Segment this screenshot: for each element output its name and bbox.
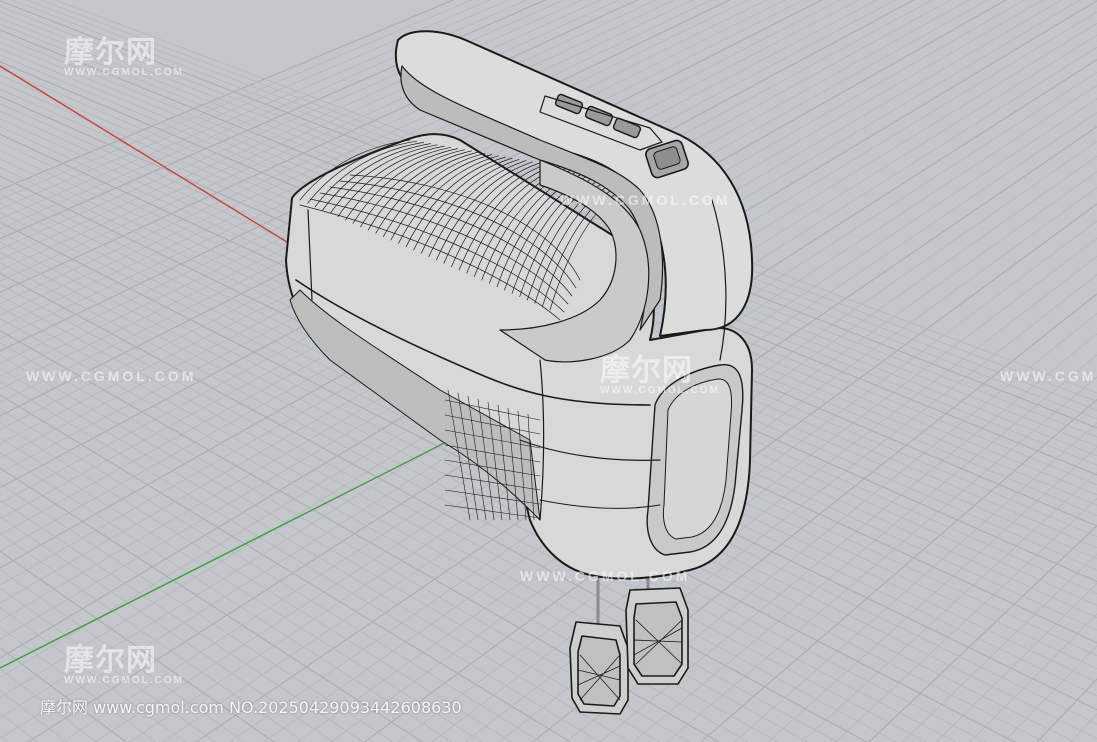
viewport-scene[interactable] [0, 0, 1097, 742]
rhino-perspective-viewport[interactable]: 摩尔网 WWW.CGMOL.COM 摩尔网 WWW.CGMOL.COM 摩尔网 … [0, 0, 1097, 742]
footer-credit: 摩尔网 www.cgmol.com NO.2025042909344260863… [40, 698, 462, 717]
